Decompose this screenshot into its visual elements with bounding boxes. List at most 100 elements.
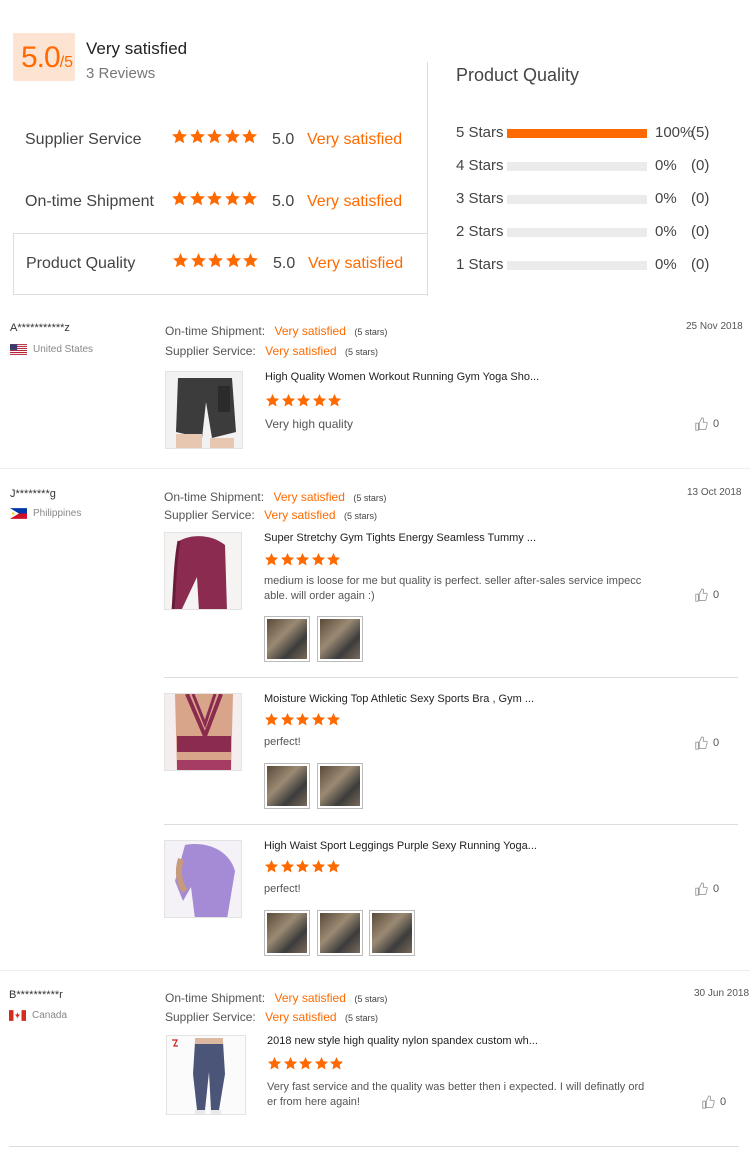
shipment-value: Very satisfied	[274, 324, 346, 338]
product-thumbnail[interactable]	[164, 840, 242, 918]
distribution-bar	[507, 228, 647, 237]
summary-divider	[427, 62, 428, 296]
shorts-image	[166, 372, 242, 448]
star-icon	[298, 1056, 313, 1071]
rating-row-product-quality[interactable]: Product Quality 5.0 Very satisfied	[13, 233, 427, 295]
review-photo[interactable]	[264, 616, 310, 662]
distribution-bar	[507, 162, 647, 171]
rating-text: Very satisfied	[307, 131, 403, 148]
distribution-bar-fill	[507, 129, 647, 138]
like-button[interactable]: 0	[694, 882, 719, 896]
star-icon	[264, 712, 279, 727]
review-photo[interactable]	[317, 763, 363, 809]
product-title[interactable]: 2018 new style high quality nylon spande…	[267, 1035, 538, 1047]
service-stars: (5 stars)	[345, 347, 379, 357]
overall-score-max: /5	[59, 54, 74, 71]
like-button[interactable]: 0	[694, 736, 719, 750]
purple-leggings-image	[165, 841, 241, 917]
product-title[interactable]: High Waist Sport Leggings Purple Sexy Ru…	[264, 840, 537, 852]
star-icon	[190, 252, 207, 269]
review-comment: perfect!	[264, 736, 301, 748]
rating-score: 5.0	[273, 255, 296, 272]
review-photo[interactable]	[369, 910, 415, 956]
service-stars: (5 stars)	[345, 1013, 379, 1023]
reviews-count: 3 Reviews	[86, 65, 156, 82]
product-thumbnail[interactable]	[164, 693, 242, 771]
star-icon	[280, 552, 295, 567]
review-comment-line: medium is loose for me but quality is pe…	[264, 575, 642, 587]
country-name: United States	[33, 344, 94, 356]
star-icon	[224, 190, 241, 207]
star-icon	[314, 1056, 329, 1071]
overall-rating-label: Very satisfied	[86, 39, 188, 58]
review-date: 25 Nov 2018	[686, 321, 743, 332]
reviewer-name: J********g	[10, 488, 56, 500]
star-icon	[171, 190, 188, 207]
product-title[interactable]: High Quality Women Workout Running Gym Y…	[265, 371, 539, 383]
like-count: 0	[720, 1095, 727, 1108]
product-thumbnail[interactable]	[165, 371, 243, 449]
product-quality-title: Product Quality	[456, 65, 580, 85]
review-separator	[0, 970, 750, 971]
service-rating: Supplier Service: Very satisfied (5 star…	[165, 342, 378, 360]
distribution-count: (0)	[691, 190, 710, 207]
product-star-rating	[264, 859, 342, 879]
product-thumbnail[interactable]	[164, 532, 242, 610]
rating-label: Product Quality	[26, 255, 136, 272]
star-icon	[311, 859, 326, 874]
overall-score: 5.0	[21, 41, 61, 74]
review-date: 13 Oct 2018	[687, 487, 742, 498]
distribution-bar	[507, 129, 647, 138]
like-button[interactable]: 0	[694, 417, 719, 431]
service-label: Supplier Service:	[165, 1010, 256, 1024]
service-label: Supplier Service:	[165, 344, 256, 358]
distribution-count: (0)	[691, 256, 710, 273]
reviewer-country: United States	[10, 344, 93, 355]
like-button[interactable]: 0	[694, 588, 719, 602]
service-rating: Supplier Service: Very satisfied (5 star…	[165, 1008, 378, 1026]
review-photo[interactable]	[317, 616, 363, 662]
distribution-percent: 100%	[655, 124, 694, 141]
shipment-label: On-time Shipment:	[164, 490, 265, 504]
rating-score: 5.0	[272, 193, 295, 210]
product-star-rating	[264, 712, 342, 732]
star-icon	[329, 1056, 344, 1071]
review-photo[interactable]	[264, 763, 310, 809]
review-separator	[0, 468, 750, 469]
star-icon	[326, 859, 341, 874]
shipment-stars: (5 stars)	[354, 327, 388, 337]
product-title[interactable]: Super Stretchy Gym Tights Energy Seamles…	[264, 532, 536, 544]
item-separator	[164, 677, 738, 678]
distribution-percent: 0%	[655, 190, 677, 207]
product-thumbnail[interactable]	[166, 1035, 246, 1115]
ph-flag-icon	[10, 508, 27, 519]
country-name: Philippines	[33, 508, 82, 520]
star-icon	[311, 712, 326, 727]
star-rating	[171, 128, 259, 150]
sports-bra-image	[165, 694, 241, 770]
review-comment: Very high quality	[265, 417, 354, 431]
like-count: 0	[713, 882, 720, 895]
review-photo[interactable]	[317, 910, 363, 956]
review-photo[interactable]	[264, 910, 310, 956]
thumbs-up-icon	[695, 736, 708, 750]
like-button[interactable]: 0	[701, 1095, 726, 1109]
product-star-rating	[265, 393, 343, 413]
rating-row-supplier-service: Supplier Service 5.0 Very satisfied	[13, 110, 427, 172]
item-separator	[164, 824, 738, 825]
star-icon	[241, 128, 258, 145]
star-icon	[327, 393, 342, 408]
rating-text: Very satisfied	[307, 193, 403, 210]
product-title[interactable]: Moisture Wicking Top Athletic Sexy Sport…	[264, 693, 534, 705]
ca-flag-icon	[9, 1010, 26, 1021]
distribution-label: 5 Stars	[456, 124, 504, 141]
like-count: 0	[713, 588, 720, 601]
review-separator	[9, 1146, 739, 1147]
thumbs-up-icon	[702, 1095, 715, 1109]
star-icon	[241, 190, 258, 207]
product-star-rating	[267, 1056, 345, 1076]
distribution-bar	[507, 261, 647, 270]
distribution-row-2: 2 Stars 0% (0)	[456, 223, 736, 243]
distribution-label: 2 Stars	[456, 223, 504, 240]
star-icon	[267, 1056, 282, 1071]
